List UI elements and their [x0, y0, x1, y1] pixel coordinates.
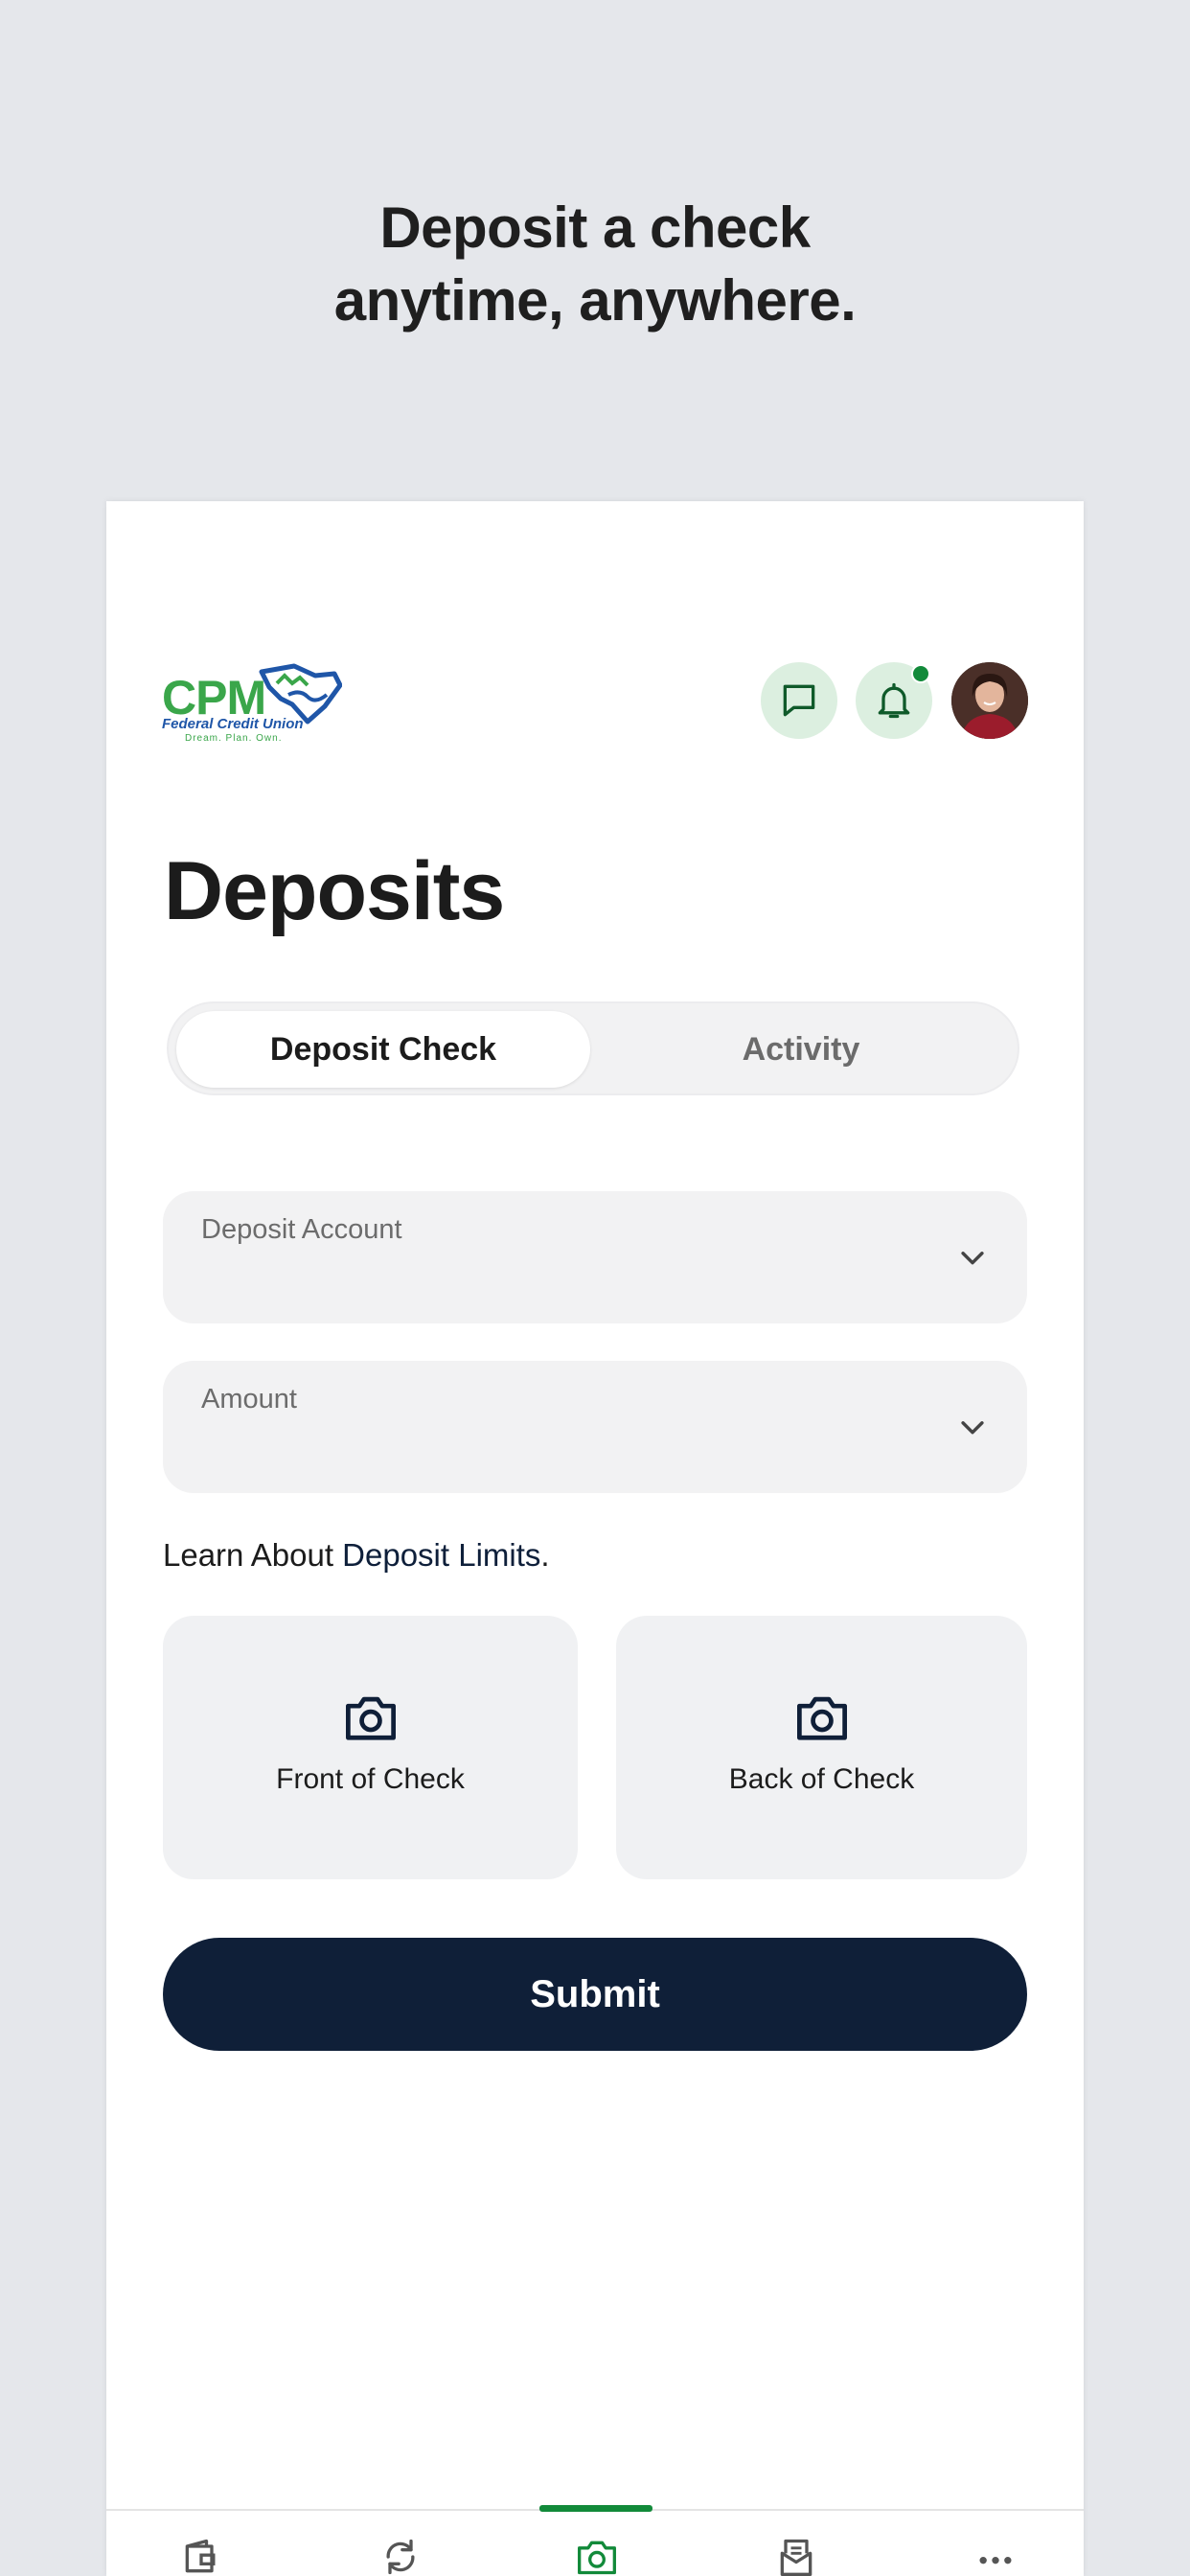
chevron-down-icon [961, 1421, 984, 1435]
app-screen: CPM Federal Credit Union Dream. Plan. Ow… [106, 501, 1084, 2576]
deposit-account-label: Deposit Account [201, 1214, 402, 1245]
limits-prefix: Learn About [163, 1537, 343, 1573]
limits-suffix: . [540, 1537, 550, 1573]
submit-button[interactable]: Submit [163, 1938, 1027, 2051]
back-of-check-capture[interactable]: Back of Check [616, 1616, 1027, 1879]
camera-icon [578, 2541, 616, 2575]
nav-more[interactable] [967, 2536, 1024, 2576]
chat-icon [783, 684, 815, 717]
camera-icon [345, 1696, 396, 1740]
cpm-logo: CPM Federal Credit Union Dream. Plan. Ow… [162, 662, 344, 745]
notifications-button[interactable] [856, 662, 932, 739]
back-of-check-label: Back of Check [728, 1763, 915, 1795]
chat-button[interactable] [761, 662, 837, 739]
segmented-control: Deposit Check Activity [167, 1001, 1019, 1095]
tab-activity[interactable]: Activity [594, 1011, 1008, 1088]
bottom-nav [106, 2505, 1084, 2576]
deposit-limits-link[interactable]: Deposit Limits [342, 1537, 540, 1573]
profile-photo [951, 662, 1028, 739]
amount-label: Amount [201, 1384, 297, 1414]
bell-icon [878, 682, 910, 719]
transfer-icon [386, 2539, 415, 2575]
more-icon [979, 2557, 1012, 2564]
nav-accounts[interactable] [172, 2536, 230, 2576]
front-of-check-label: Front of Check [276, 1763, 465, 1795]
deposit-limits-text: Learn About Deposit Limits. [163, 1537, 550, 1574]
active-tab-indicator [539, 2505, 652, 2512]
logo-subtitle: Federal Credit Union [162, 716, 304, 732]
page-title: Deposits [164, 845, 505, 937]
wallet-icon [185, 2539, 216, 2573]
nav-transfers[interactable] [372, 2536, 429, 2576]
amount-field[interactable]: Amount [163, 1361, 1027, 1493]
promo-headline: Deposit a check anytime, anywhere. [0, 192, 1190, 337]
chevron-down-icon [961, 1252, 984, 1265]
deposit-account-select[interactable]: Deposit Account [163, 1191, 1027, 1323]
tab-deposit-check[interactable]: Deposit Check [176, 1011, 590, 1088]
front-of-check-capture[interactable]: Front of Check [163, 1616, 578, 1879]
mail-icon [780, 2539, 812, 2576]
headline-line-2: anytime, anywhere. [333, 268, 857, 333]
avatar[interactable] [951, 662, 1028, 739]
nav-messages[interactable] [767, 2536, 825, 2576]
logo-tagline: Dream. Plan. Own. [185, 733, 283, 744]
headline-line-1: Deposit a check [379, 196, 811, 260]
nav-deposits[interactable] [568, 2536, 626, 2576]
camera-icon [796, 1696, 847, 1740]
notification-dot [911, 664, 930, 683]
